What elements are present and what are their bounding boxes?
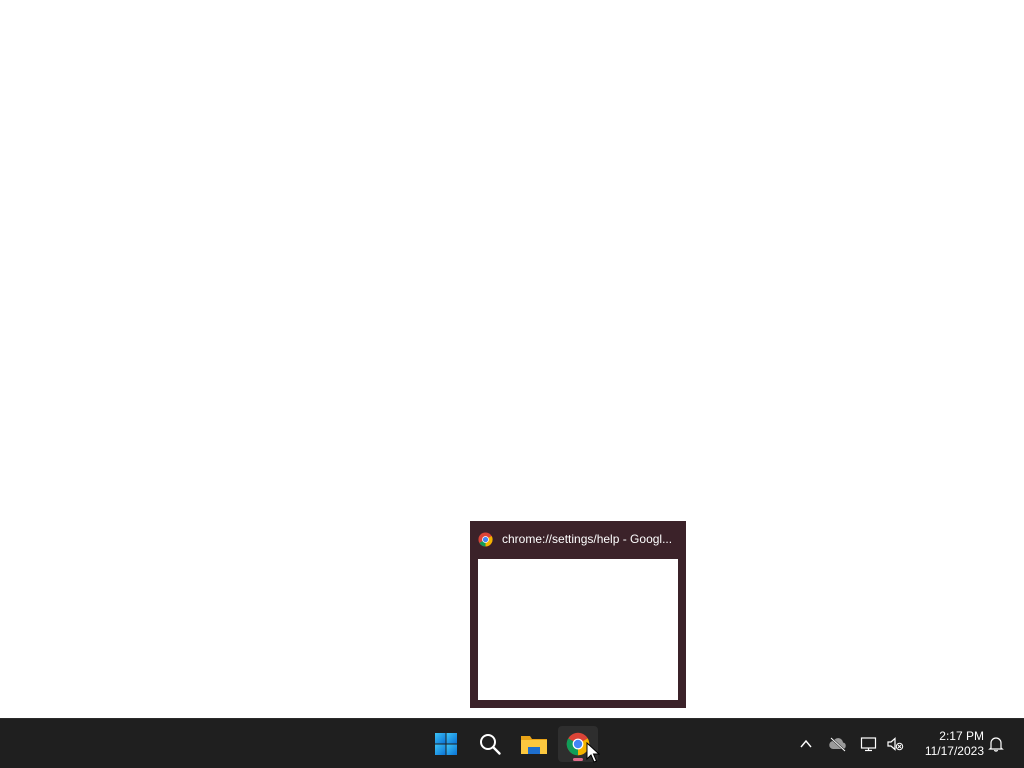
preview-thumbnail[interactable] xyxy=(478,559,678,700)
clock[interactable]: 2:17 PM 11/17/2023 xyxy=(912,729,984,759)
chevron-up-icon xyxy=(800,739,812,748)
volume-button[interactable] xyxy=(884,733,906,755)
cloud-offline-icon xyxy=(829,737,846,752)
clock-time: 2:17 PM xyxy=(939,729,984,743)
network-button[interactable] xyxy=(858,733,880,755)
volume-muted-icon xyxy=(887,737,904,751)
chrome-icon xyxy=(478,532,493,547)
start-button[interactable] xyxy=(426,726,466,762)
file-explorer-button[interactable] xyxy=(514,726,554,762)
chrome-window-preview[interactable]: chrome://settings/help - Googl... xyxy=(470,521,686,708)
windows-logo-icon xyxy=(435,733,457,755)
notification-bell-icon xyxy=(988,737,1004,752)
taskbar: 2:17 PM 11/17/2023 xyxy=(0,718,1024,768)
search-icon xyxy=(480,734,501,755)
clock-date: 11/17/2023 xyxy=(924,744,984,758)
onedrive-button[interactable] xyxy=(827,733,849,755)
notifications-button[interactable] xyxy=(985,733,1007,755)
mouse-cursor-icon xyxy=(586,742,600,763)
show-hidden-icons-button[interactable] xyxy=(795,733,817,755)
folder-icon xyxy=(521,736,547,754)
preview-header[interactable]: chrome://settings/help - Googl... xyxy=(470,521,686,557)
network-icon xyxy=(860,737,877,752)
search-button[interactable] xyxy=(470,726,510,762)
preview-title: chrome://settings/help - Googl... xyxy=(502,532,673,546)
active-app-indicator xyxy=(573,758,583,761)
